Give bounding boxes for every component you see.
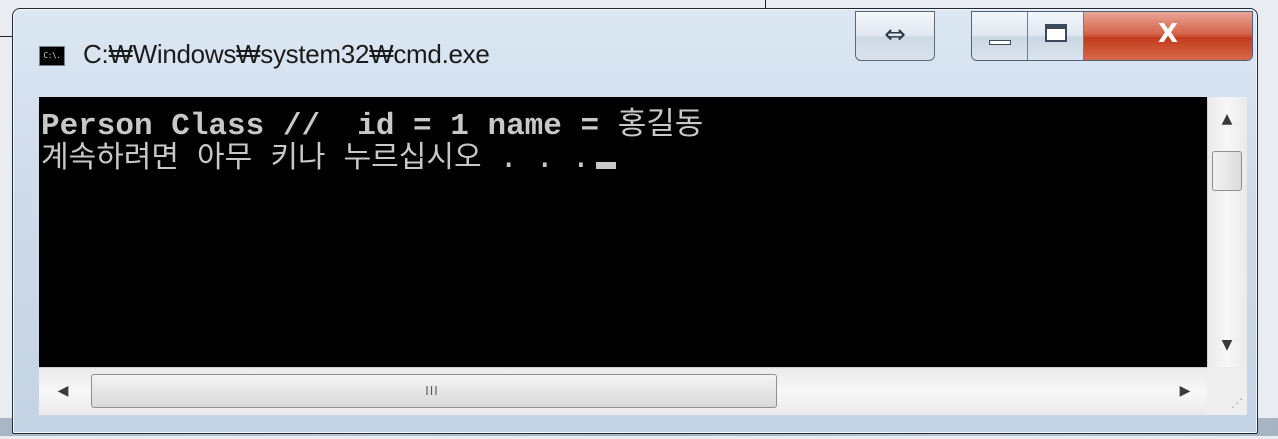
window-title: C:₩Windows₩system32₩cmd.exe — [83, 39, 490, 69]
console-output[interactable]: Person Class // id = 1 name = 홍길동 계속하려면 … — [39, 97, 1207, 367]
vertical-scrollbar[interactable]: ▲ ▼ — [1207, 97, 1247, 367]
close-button[interactable]: X — [1084, 12, 1252, 60]
caption-buttons: X — [971, 11, 1253, 61]
maximize-icon — [1045, 24, 1067, 42]
scroll-down-arrow-icon[interactable]: ▼ — [1208, 327, 1246, 363]
scroll-up-arrow-icon[interactable]: ▲ — [1208, 101, 1246, 137]
resize-grip-icon[interactable]: ⋰ — [1207, 367, 1247, 415]
close-icon: X — [1157, 19, 1179, 49]
horizontal-scrollbar[interactable]: ◀ III ▶ — [39, 367, 1207, 415]
title-bar[interactable]: C:\. C:₩Windows₩system32₩cmd.exe ⇔ X — [13, 9, 1257, 97]
scroll-right-arrow-icon[interactable]: ▶ — [1165, 368, 1205, 414]
output-name-value: 홍길동 — [617, 106, 704, 142]
console-line-1: Person Class // id = 1 name = 홍길동 — [41, 107, 703, 144]
console-line-2: 계속하려면 아무 키나 누르십시오 . . . — [41, 141, 616, 175]
press-any-key-prompt: 계속하려면 아무 키나 누르십시오 . . . — [41, 140, 590, 175]
vertical-scroll-thumb[interactable] — [1212, 151, 1242, 191]
horizontal-scroll-thumb[interactable]: III — [91, 374, 777, 408]
text-cursor — [595, 162, 616, 169]
cmd-window: C:\. C:₩Windows₩system32₩cmd.exe ⇔ X Per… — [12, 8, 1258, 434]
scroll-left-arrow-icon[interactable]: ◀ — [43, 368, 83, 414]
scroll-thumb-grip: III — [425, 384, 439, 398]
maximize-button[interactable] — [1028, 12, 1084, 60]
output-prefix: Person Class // id = 1 name = — [41, 109, 618, 144]
cmd-app-icon[interactable]: C:\. — [39, 46, 65, 66]
snap-button[interactable]: ⇔ — [855, 11, 935, 61]
minimize-button[interactable] — [972, 12, 1028, 60]
minimize-icon — [989, 40, 1011, 45]
